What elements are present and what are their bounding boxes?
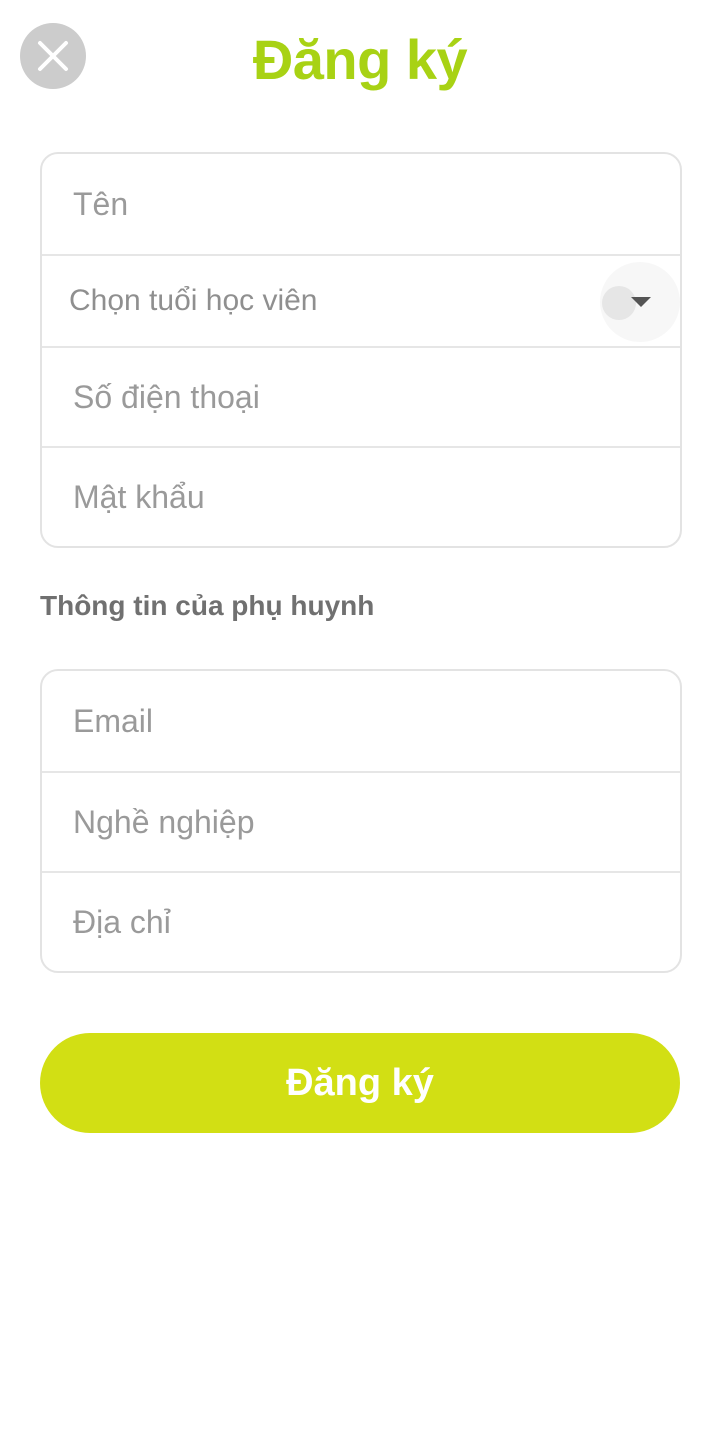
parent-section-label: Thông tin của phụ huynh — [40, 590, 375, 621]
occupation-field-row — [42, 771, 680, 871]
address-field-row — [42, 871, 680, 971]
page-title: Đăng ký — [252, 28, 468, 91]
parent-info-card — [40, 669, 682, 973]
age-select[interactable]: Chọn tuổi học viên — [42, 254, 680, 346]
name-input[interactable] — [73, 185, 633, 223]
occupation-input[interactable] — [73, 803, 633, 841]
register-button[interactable]: Đăng ký — [40, 1033, 680, 1133]
phone-input[interactable] — [73, 378, 633, 416]
password-field-row — [42, 446, 680, 546]
phone-field-row — [42, 346, 680, 446]
student-info-card: Chọn tuổi học viên — [40, 152, 682, 548]
email-field-row — [42, 671, 680, 771]
age-select-label: Chọn tuổi học viên — [69, 284, 318, 317]
name-field-row — [42, 154, 680, 254]
email-input[interactable] — [73, 702, 633, 740]
password-input[interactable] — [73, 478, 633, 516]
chevron-down-icon[interactable] — [631, 297, 651, 307]
address-input[interactable] — [73, 903, 633, 941]
register-screen: Đăng ký Chọn tuổi học viên Thông tin của… — [0, 0, 720, 1440]
